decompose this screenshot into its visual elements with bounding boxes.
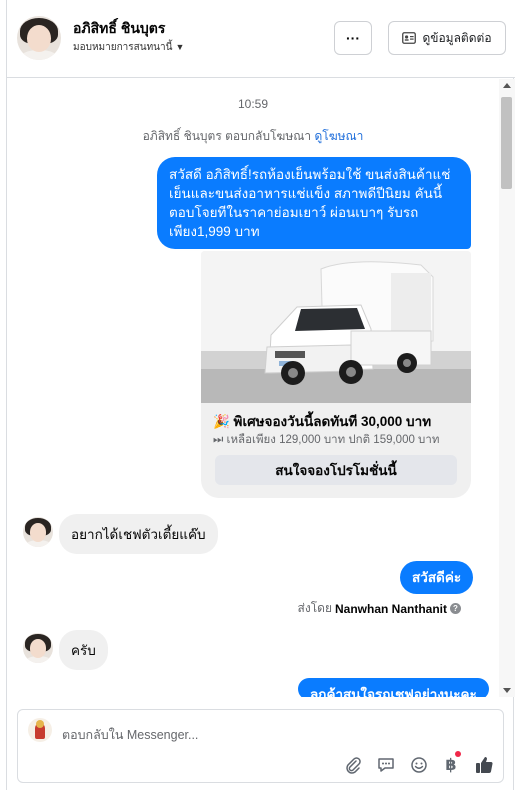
page-avatar	[28, 718, 52, 742]
contact-avatar-small	[23, 517, 53, 547]
like-icon[interactable]	[473, 754, 495, 776]
scrollbar[interactable]	[499, 79, 515, 697]
info-icon[interactable]: ?	[450, 603, 461, 614]
view-contact-button[interactable]: ดูข้อมูลติดต่อ	[388, 21, 506, 55]
conversation-header: อภิสิทธิ์ ชินบุตร มอบหมายการสนทนานี้ ▼ ··…	[7, 0, 515, 78]
ad-message-bubble: สวัสดี อภิสิทธิ์!รถห้องเย็นพร้อมใช้ ขนส่…	[157, 157, 471, 249]
baht-symbol: ฿	[445, 757, 457, 774]
scrollbar-thumb[interactable]	[501, 97, 512, 189]
card-title: 🎉 พิเศษจองวันนี้ลดทันที 30,000 บาท	[213, 414, 432, 429]
chevron-down-icon: ▼	[175, 42, 185, 52]
more-options-button[interactable]: ···	[334, 21, 372, 55]
outgoing-message: สวัสดีค่ะ	[400, 561, 474, 594]
saved-replies-icon[interactable]	[375, 754, 397, 776]
contact-avatar-small	[23, 633, 53, 663]
outgoing-message: ลูกค้าสนใจรถเชฟอย่างนะคะ	[298, 678, 489, 697]
contact-name[interactable]: อภิสิทธิ์ ชินบุตร	[73, 18, 165, 40]
assign-conversation-dropdown[interactable]: มอบหมายการสนทนานี้ ▼	[73, 40, 184, 55]
truck-image[interactable]	[201, 251, 471, 403]
scroll-up-icon[interactable]	[503, 83, 511, 88]
contact-avatar[interactable]	[17, 16, 61, 60]
message-composer: ตอบกลับใน Messenger... ฿	[17, 709, 504, 783]
incoming-message: ครับ	[59, 630, 108, 670]
view-ad-link[interactable]: ดูโฆษณา	[314, 129, 363, 143]
ad-card: 🎉 พิเศษจองวันนี้ลดทันที 30,000 บาท ⏭ เหล…	[201, 251, 471, 498]
notification-dot	[455, 751, 461, 757]
promo-cta-button[interactable]: สนใจจองโปรโมชั่นนี้	[215, 455, 457, 485]
message-list: 10:59 อภิสิทธิ์ ชินบุตร ตอบกลับโฆษณา ดูโ…	[7, 79, 499, 697]
attachment-icon[interactable]	[342, 754, 364, 776]
reply-ad-text: อภิสิทธิ์ ชินบุตร ตอบกลับโฆษณา	[142, 129, 312, 143]
emoji-icon[interactable]	[408, 754, 430, 776]
sender-name: Nanwhan Nanthanit	[334, 601, 447, 616]
reply-to-ad-notice: อภิสิทธิ์ ชินบุตร ตอบกลับโฆษณา ดูโฆษณา	[7, 127, 499, 146]
timestamp: 10:59	[237, 97, 269, 111]
truck-illustration	[201, 251, 471, 403]
incoming-message: อยากได้เชฟตัวเตี้ยแค๊บ	[59, 514, 218, 554]
reply-input[interactable]: ตอบกลับใน Messenger...	[62, 725, 198, 745]
card-subtitle: ⏭ เหลือเพียง 129,000 บาท ปกติ 159,000 บา…	[213, 434, 440, 446]
sent-by-prefix: ส่งโดย	[297, 601, 332, 615]
messenger-panel: อภิสิทธิ์ ชินบุตร มอบหมายการสนทนานี้ ▼ ··…	[6, 0, 515, 790]
scroll-down-icon[interactable]	[503, 688, 511, 693]
assign-label: มอบหมายการสนทนานี้	[73, 42, 173, 53]
contact-card-icon	[402, 32, 417, 44]
view-contact-label: ดูข้อมูลติดต่อ	[422, 30, 492, 45]
baht-icon[interactable]: ฿	[440, 751, 462, 776]
sent-by-label: ส่งโดย Nanwhan Nanthanit ?	[298, 599, 461, 618]
more-icon: ···	[346, 30, 360, 46]
